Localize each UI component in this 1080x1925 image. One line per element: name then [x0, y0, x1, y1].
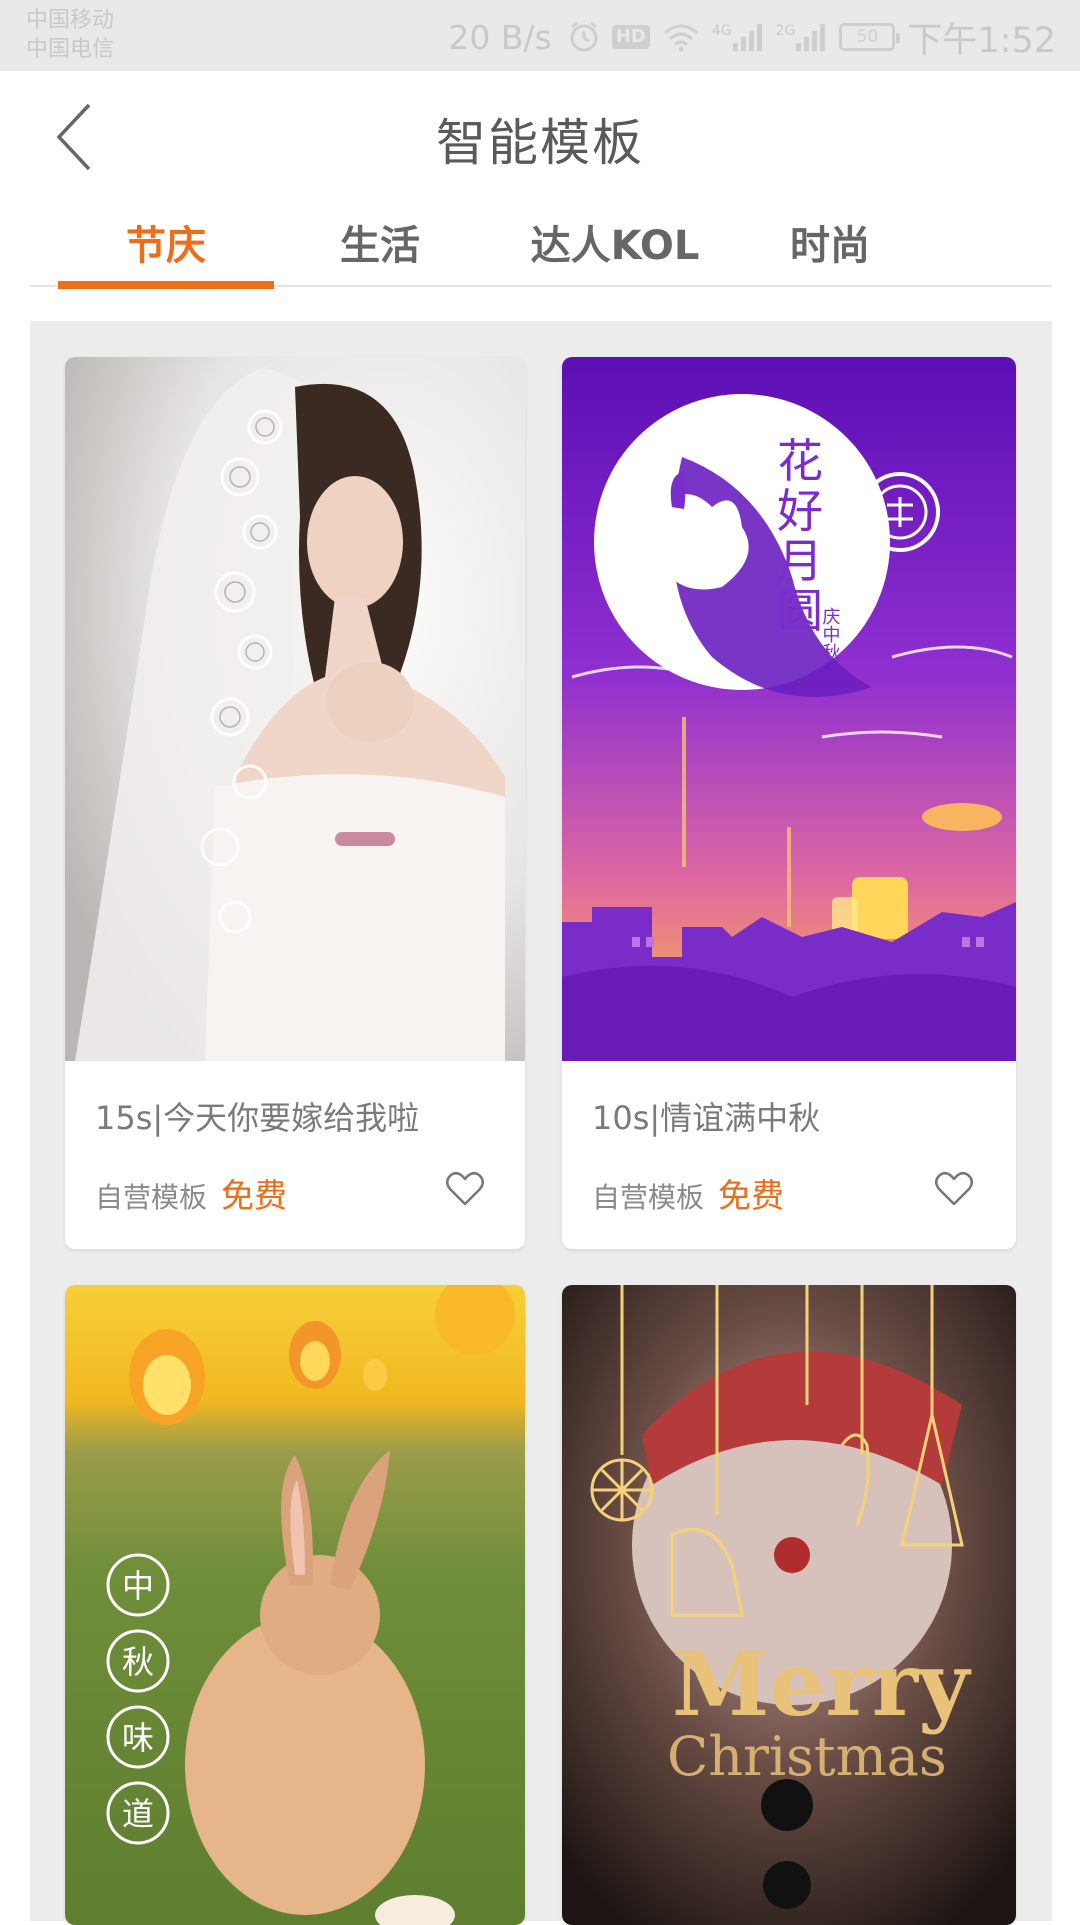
heart-icon — [935, 1171, 973, 1206]
active-tab-indicator — [58, 281, 274, 289]
favorite-button[interactable] — [932, 1169, 976, 1209]
card-meta: 自营模板 免费 — [592, 1169, 784, 1217]
tab-life[interactable]: 生活 — [300, 213, 460, 285]
carrier-info: 中国移动 中国电信 — [26, 6, 114, 64]
template-card-rabbit[interactable]: 中 秋 味 道 — [65, 1285, 525, 1925]
app-header: 智能模板 — [0, 71, 1080, 201]
price-tag: 免费 — [221, 1176, 288, 1215]
template-thumbnail — [65, 357, 525, 1061]
battery-level: 50 — [856, 27, 879, 47]
template-card-christmas[interactable]: Merry Christmas — [562, 1285, 1016, 1925]
art-text-christmas: Christmas — [667, 1725, 947, 1788]
network-speed: 20 B/s — [448, 17, 552, 57]
carrier-1: 中国移动 — [26, 8, 115, 33]
template-thumbnail: Merry Christmas — [562, 1285, 1016, 1925]
price-tag: 免费 — [718, 1176, 785, 1215]
tab-festival[interactable]: 节庆 — [58, 213, 274, 289]
heart-icon — [446, 1171, 484, 1206]
template-thumbnail: 中 秋 味 道 — [65, 1285, 525, 1925]
card-title: 10s|情谊满中秋 — [592, 1099, 821, 1137]
tab-label: 节庆 — [126, 223, 206, 269]
art-char-qiu: 秋 — [122, 1643, 154, 1681]
wifi-icon — [662, 22, 700, 52]
art-char-hao: 好 — [777, 484, 823, 538]
tab-kol[interactable]: 达人KOL — [500, 213, 730, 285]
tab-label: 达人KOL — [530, 223, 700, 269]
template-card-mid-autumn[interactable]: 花 好 月 圆 庆中秋 10s|情谊满中秋 自营模板 免费 — [562, 357, 1016, 1249]
signal-2g-icon: 2G — [776, 23, 828, 51]
source-tag: 自营模板 — [95, 1181, 208, 1214]
card-title: 15s|今天你要嫁给我啦 — [95, 1099, 420, 1137]
template-thumbnail: 花 好 月 圆 庆中秋 — [562, 357, 1016, 1061]
card-meta: 自营模板 免费 — [95, 1169, 287, 1217]
carrier-2: 中国电信 — [26, 37, 115, 62]
page-title: 智能模板 — [436, 114, 644, 172]
clock: 下午1:52 — [907, 20, 1056, 61]
art-char-dao: 道 — [122, 1795, 154, 1833]
source-tag: 自营模板 — [592, 1181, 705, 1214]
tab-label: 时尚 — [790, 223, 870, 269]
status-bar: 中国移动 中国电信 20 B/s HD 4G 2G 50 下午1:52 — [0, 0, 1080, 71]
template-card-wedding[interactable]: 15s|今天你要嫁给我啦 自营模板 免费 — [65, 357, 525, 1249]
hd-icon: HD — [611, 25, 650, 49]
template-grid: 15s|今天你要嫁给我啦 自营模板 免费 花 好 月 圆 庆中秋 10s|情谊满… — [30, 321, 1052, 1925]
art-char-wei: 味 — [122, 1719, 154, 1757]
art-char-yue: 月 — [777, 534, 823, 588]
battery-icon: 50 — [839, 23, 901, 51]
alarm-icon — [568, 20, 600, 54]
art-subtitle: 庆中秋 — [820, 607, 841, 661]
category-tabs: 节庆 生活 达人KOL 时尚 — [30, 201, 1052, 289]
signal-4g-icon: 4G — [712, 23, 764, 51]
status-indicators: 20 B/s HD 4G 2G 50 下午1:52 — [448, 14, 1056, 61]
art-char-yuan: 圆 — [777, 584, 823, 638]
art-char-hua: 花 — [777, 434, 823, 488]
art-text-merry: Merry — [672, 1632, 972, 1736]
art-char-zhong: 中 — [122, 1567, 154, 1605]
tab-fashion[interactable]: 时尚 — [750, 213, 910, 285]
tab-label: 生活 — [340, 223, 420, 269]
favorite-button[interactable] — [443, 1169, 487, 1209]
